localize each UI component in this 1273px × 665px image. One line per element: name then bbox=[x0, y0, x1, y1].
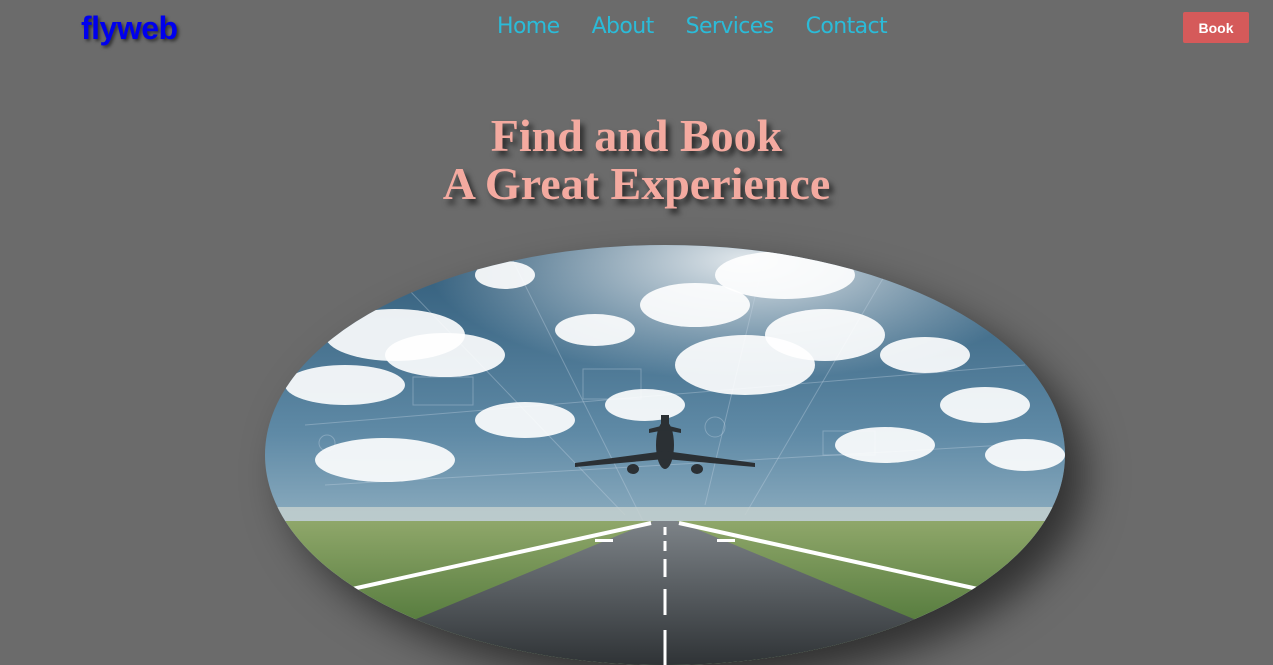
nav-link-services[interactable]: Services bbox=[686, 12, 775, 42]
nav-link-about[interactable]: About bbox=[592, 12, 655, 42]
hero-title-line-1: Find and Book bbox=[490, 110, 783, 161]
nav-link-contact[interactable]: Contact bbox=[806, 12, 888, 42]
hero-title-line-2: A Great Experience bbox=[442, 158, 831, 209]
book-button[interactable]: Book bbox=[1183, 12, 1249, 43]
hero-title: Find and Book A Great Experience bbox=[0, 112, 1273, 208]
nav-link-home[interactable]: Home bbox=[497, 12, 560, 42]
navbar: flyweb Home About Services Contact Book bbox=[0, 0, 1273, 58]
logo-link[interactable]: flyweb bbox=[81, 8, 178, 48]
nav-menu: Home About Services Contact bbox=[497, 12, 888, 42]
runway-airplane-illustration bbox=[265, 245, 1065, 665]
hero-image bbox=[265, 245, 1065, 665]
